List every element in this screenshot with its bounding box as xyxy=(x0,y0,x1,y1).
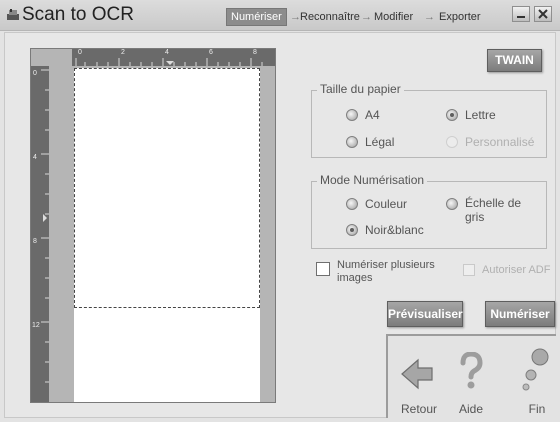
step-scan[interactable]: Numériser xyxy=(226,8,287,26)
step-export[interactable]: Exporter xyxy=(439,9,481,25)
minimize-icon xyxy=(517,16,525,18)
workflow-steps: Numériser → Reconnaître → Modifier → Exp… xyxy=(226,8,490,26)
ruler-tick-label: 8 xyxy=(253,49,257,56)
radio-legal[interactable] xyxy=(346,136,358,148)
scan-mode-legend: Mode Numérisation xyxy=(317,173,428,187)
step-recognize[interactable]: Reconnaître xyxy=(300,9,360,25)
radio-letter[interactable] xyxy=(446,109,458,121)
adf-label: Autoriser ADF xyxy=(482,264,551,276)
multi-scan-label: Numériser plusieurs images xyxy=(337,259,435,284)
help-label[interactable]: Aide xyxy=(441,402,501,416)
radio-grayscale-label: Échelle de gris xyxy=(465,196,522,224)
radio-custom-label: Personnalisé xyxy=(465,135,535,149)
ruler-tick-label: 0 xyxy=(33,70,37,77)
preview-button[interactable]: Prévisualiser xyxy=(387,301,463,327)
radio-legal-label: Légal xyxy=(365,135,395,149)
adf-checkbox[interactable] xyxy=(463,264,475,276)
step-arrow-icon: → xyxy=(361,11,372,23)
radio-a4-label: A4 xyxy=(365,108,380,122)
radio-color-label: Couleur xyxy=(365,197,408,211)
step-edit[interactable]: Modifier xyxy=(374,9,413,25)
ruler-tick-label: 0 xyxy=(78,49,82,56)
ruler-tick-label: 6 xyxy=(209,49,213,56)
radio-color[interactable] xyxy=(346,198,358,210)
horizontal-ruler: 0 2 4 6 8 xyxy=(72,49,275,66)
window-title: Scan to OCR xyxy=(22,4,134,25)
scan-button[interactable]: Numériser xyxy=(485,301,555,327)
radio-letter-label: Lettre xyxy=(465,108,496,122)
help-question-icon[interactable] xyxy=(458,352,484,390)
radio-black-white[interactable] xyxy=(346,224,358,236)
ruler-tick-label: 4 xyxy=(165,49,169,56)
scanner-app-icon xyxy=(7,9,19,20)
minimize-button[interactable] xyxy=(512,6,530,22)
step-arrow-icon: → xyxy=(424,11,435,23)
radio-grayscale[interactable] xyxy=(446,198,458,210)
radio-custom[interactable] xyxy=(446,136,458,148)
twain-button[interactable]: TWAIN xyxy=(487,49,542,72)
radio-black-white-label: Noir&blanc xyxy=(365,223,424,237)
vertical-ruler: 0 4 8 12 xyxy=(31,66,49,402)
back-arrow-icon[interactable] xyxy=(400,356,434,392)
finish-balls-icon[interactable] xyxy=(520,346,550,392)
back-label[interactable]: Retour xyxy=(389,402,449,416)
close-icon xyxy=(538,9,548,19)
ruler-tick-label: 4 xyxy=(33,154,37,161)
paper-size-legend: Taille du papier xyxy=(317,82,404,96)
ruler-tick-label: 2 xyxy=(121,49,125,56)
scan-area-selection[interactable] xyxy=(74,68,260,308)
radio-a4[interactable] xyxy=(346,109,358,121)
ruler-tick-label: 8 xyxy=(33,238,37,245)
close-button[interactable] xyxy=(534,6,552,22)
ruler-tick-label: 12 xyxy=(32,322,40,329)
multi-scan-checkbox[interactable] xyxy=(316,262,330,276)
finish-label[interactable]: Fin xyxy=(507,402,560,416)
